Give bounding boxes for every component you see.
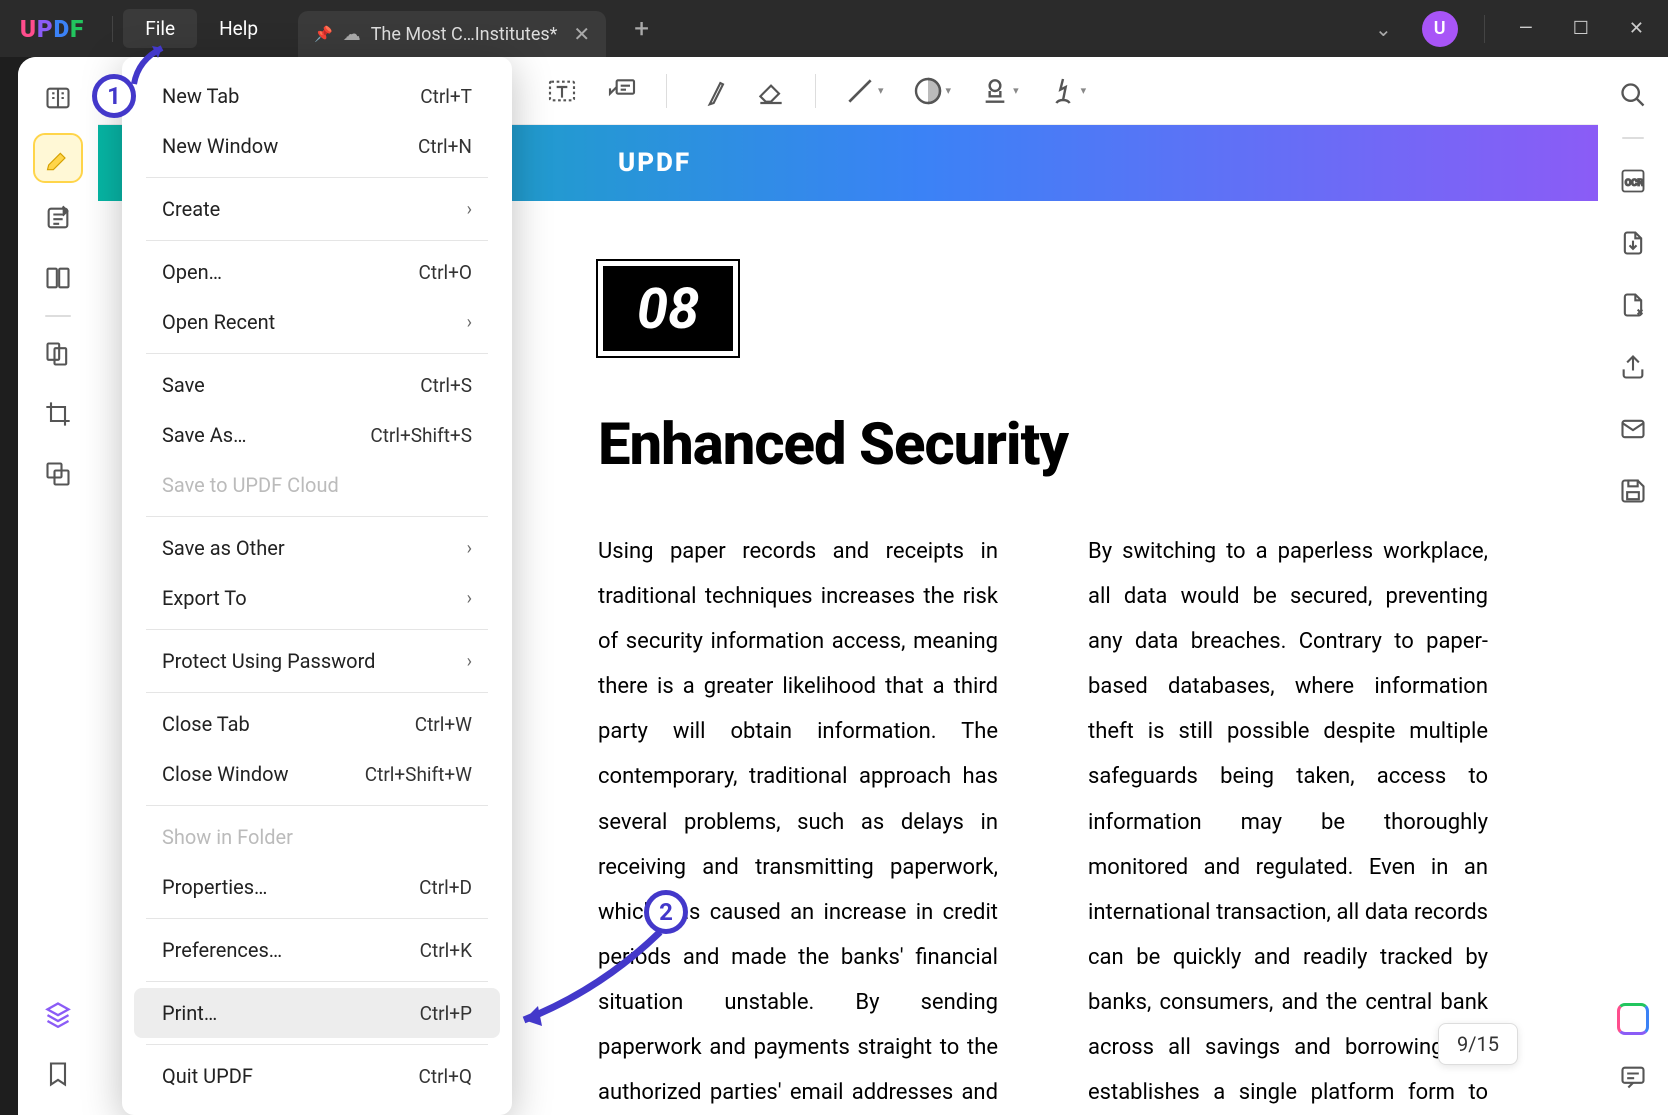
separator (146, 629, 488, 630)
tab-title: The Most C…Institutes* (371, 24, 558, 45)
menu-help[interactable]: Help (197, 9, 280, 48)
reader-tool[interactable] (35, 75, 81, 121)
separator (1484, 15, 1485, 43)
separator (666, 74, 667, 108)
separator (112, 16, 113, 42)
document-tab[interactable]: 📌 ☁ The Most C…Institutes* ✕ (298, 11, 606, 57)
annotation-step-1: 1 (92, 74, 136, 118)
share-button[interactable] (1613, 347, 1653, 387)
separator (146, 177, 488, 178)
right-sidebar: OCR (1598, 57, 1668, 1115)
titlebar: UPDF File Help 📌 ☁ The Most C…Institutes… (0, 0, 1668, 57)
stamp-tool[interactable]: ▾ (979, 75, 1019, 107)
menu-new-tab[interactable]: New TabCtrl+T (134, 71, 500, 121)
shape-tool[interactable]: ▾ (912, 75, 952, 107)
chevron-right-icon: › (467, 588, 472, 609)
annotate-tool[interactable] (35, 195, 81, 241)
menu-protect-password[interactable]: Protect Using Password› (134, 636, 500, 686)
crop-tool[interactable] (35, 391, 81, 437)
compare-tool[interactable] (35, 331, 81, 377)
app-logo: UPDF (20, 15, 84, 43)
menu-new-window[interactable]: New WindowCtrl+N (134, 121, 500, 171)
menu-open[interactable]: Open…Ctrl+O (134, 247, 500, 297)
textbox-tool[interactable] (546, 75, 578, 107)
menu-quit[interactable]: Quit UPDFCtrl+Q (134, 1051, 500, 1101)
chevron-right-icon: › (467, 199, 472, 220)
cloud-icon: ☁ (343, 24, 361, 45)
comment-button[interactable] (1613, 1057, 1653, 1097)
pencil-tool[interactable] (695, 75, 727, 107)
chevron-right-icon: › (467, 312, 472, 333)
separator (146, 1044, 488, 1045)
separator (146, 918, 488, 919)
separator (1622, 137, 1644, 139)
close-tab-icon[interactable]: ✕ (573, 22, 590, 46)
separator (146, 981, 488, 982)
signature-tool[interactable]: ▾ (1047, 75, 1087, 107)
ocr-button[interactable]: OCR (1613, 161, 1653, 201)
separator (146, 516, 488, 517)
minimize-button[interactable]: — (1503, 8, 1549, 49)
menu-save-as[interactable]: Save As…Ctrl+Shift+S (134, 410, 500, 460)
save-button[interactable] (1613, 471, 1653, 511)
maximize-button[interactable]: ☐ (1557, 8, 1605, 49)
highlighter-tool[interactable] (35, 135, 81, 181)
annotation-arrow-2 (500, 920, 680, 1040)
ai-button[interactable] (1613, 999, 1653, 1039)
close-window-button[interactable]: ✕ (1613, 8, 1660, 49)
separator (815, 74, 816, 108)
section-number-badge: 08 (598, 261, 738, 356)
email-button[interactable] (1613, 409, 1653, 449)
menu-open-recent[interactable]: Open Recent› (134, 297, 500, 347)
line-tool[interactable]: ▾ (844, 75, 884, 107)
search-button[interactable] (1613, 75, 1653, 115)
menu-save-cloud: Save to UPDF Cloud (134, 460, 500, 510)
new-tab-button[interactable]: + (634, 14, 649, 44)
chevron-right-icon: › (467, 538, 472, 559)
eraser-tool[interactable] (755, 75, 787, 107)
convert-button[interactable] (1613, 223, 1653, 263)
body-column-right: By switching to a paperless workplace, a… (1088, 529, 1488, 1115)
separator (146, 805, 488, 806)
menu-export-to[interactable]: Export To› (134, 573, 500, 623)
banner-text: UPDF (618, 148, 691, 178)
separator (45, 315, 71, 317)
batch-tool[interactable] (35, 451, 81, 497)
annotation-step-2: 2 (644, 890, 688, 934)
svg-text:OCR: OCR (1625, 178, 1643, 189)
menu-save[interactable]: SaveCtrl+S (134, 360, 500, 410)
callout-tool[interactable] (606, 75, 638, 107)
left-sidebar (18, 57, 98, 1115)
chevron-right-icon: › (467, 651, 472, 672)
separator (146, 353, 488, 354)
menu-create[interactable]: Create› (134, 184, 500, 234)
separator (146, 240, 488, 241)
menu-close-tab[interactable]: Close TabCtrl+W (134, 699, 500, 749)
menu-preferences[interactable]: Preferences…Ctrl+K (134, 925, 500, 975)
menu-print[interactable]: Print…Ctrl+P (134, 988, 500, 1038)
pin-icon: 📌 (314, 25, 333, 43)
menu-save-other[interactable]: Save as Other› (134, 523, 500, 573)
menu-properties[interactable]: Properties…Ctrl+D (134, 862, 500, 912)
layers-tool[interactable] (35, 991, 81, 1037)
menu-close-window[interactable]: Close WindowCtrl+Shift+W (134, 749, 500, 799)
page-indicator[interactable]: 9/15 (1438, 1023, 1518, 1065)
file-menu-dropdown: New TabCtrl+T New WindowCtrl+N Create› O… (122, 57, 512, 1115)
user-avatar[interactable]: U (1422, 11, 1458, 47)
compress-button[interactable] (1613, 285, 1653, 325)
separator (146, 692, 488, 693)
menu-show-folder: Show in Folder (134, 812, 500, 862)
pages-tool[interactable] (35, 255, 81, 301)
section-heading: Enhanced Security (598, 411, 1488, 479)
bookmark-tool[interactable] (35, 1051, 81, 1097)
tabs-dropdown-icon[interactable]: ⌄ (1361, 9, 1406, 49)
window-controls: ⌄ U — ☐ ✕ (1361, 0, 1660, 57)
